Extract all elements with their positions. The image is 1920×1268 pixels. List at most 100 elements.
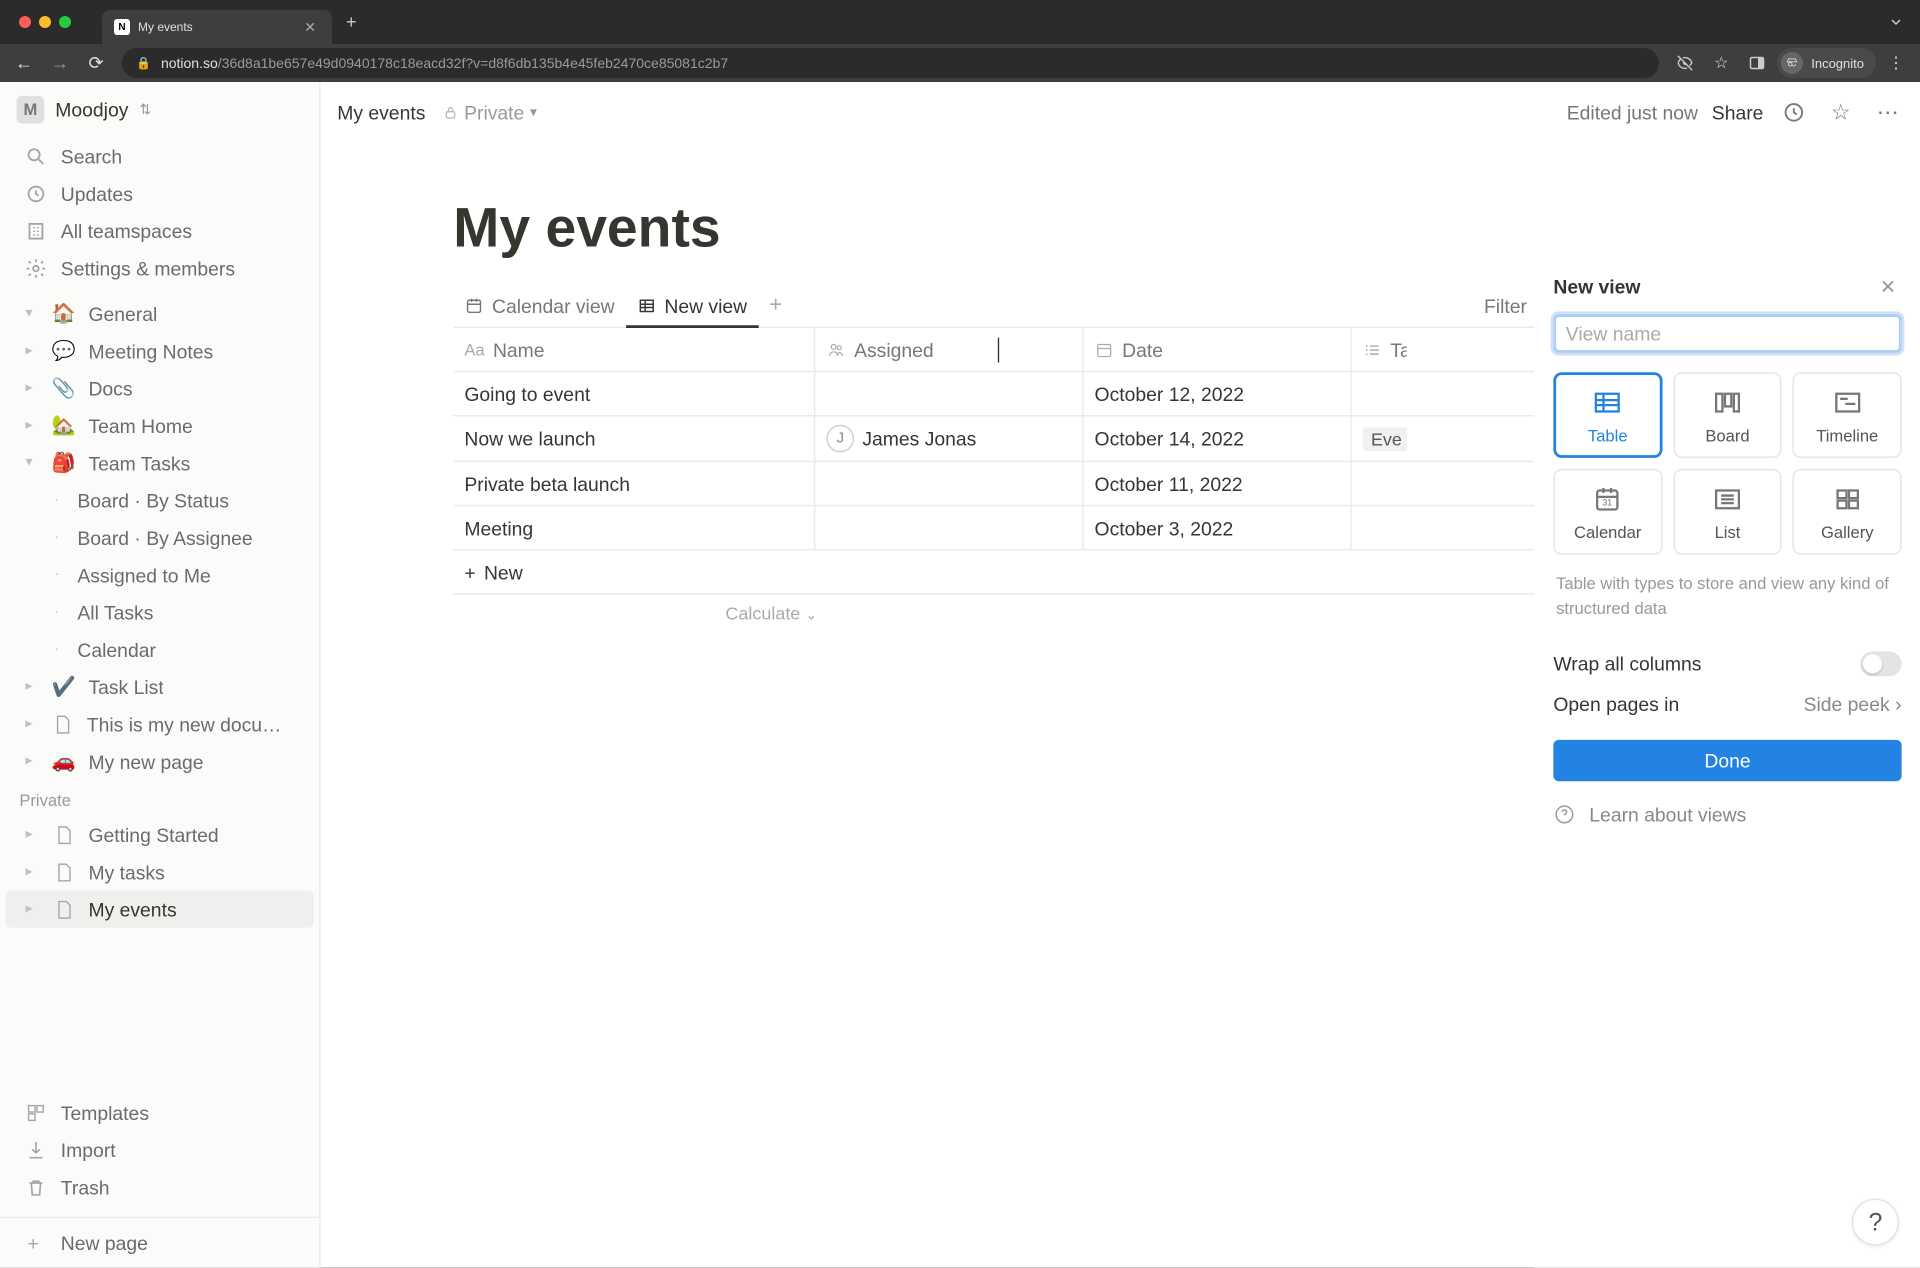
chevron-right-icon[interactable]: ▸ xyxy=(19,343,38,358)
incognito-badge[interactable]: Incognito xyxy=(1777,48,1876,78)
sidebar-page-my-tasks[interactable]: ▸ My tasks xyxy=(6,853,314,890)
help-fab-button[interactable]: ? xyxy=(1852,1199,1899,1246)
sidebar-page-my-events[interactable]: ▸ My events xyxy=(6,890,314,927)
sidebar-page-my-new-page[interactable]: ▸ 🚗 My new page xyxy=(6,743,314,780)
sidebar-updates[interactable]: Updates xyxy=(6,175,314,212)
cell-tags[interactable]: Eve xyxy=(1352,416,1407,460)
sidebar-page-task-list[interactable]: ▸ ✔️ Task List xyxy=(6,668,314,705)
close-panel-button[interactable]: ✕ xyxy=(1874,273,1902,301)
side-panel-icon[interactable] xyxy=(1741,47,1773,79)
column-header-assigned[interactable]: Assigned xyxy=(815,328,1083,371)
page-icon xyxy=(50,861,78,883)
view-type-timeline[interactable]: Timeline xyxy=(1793,372,1902,458)
privacy-dropdown[interactable]: Private ▾ xyxy=(442,101,537,123)
column-header-date[interactable]: Date xyxy=(1083,328,1351,371)
chevron-right-icon[interactable]: ▸ xyxy=(19,418,38,433)
back-button[interactable]: ← xyxy=(8,47,40,79)
chevron-down-icon[interactable]: ▾ xyxy=(19,455,38,470)
view-type-list[interactable]: List xyxy=(1673,469,1782,555)
view-name-input[interactable] xyxy=(1553,314,1901,353)
chevron-right-icon[interactable]: ▸ xyxy=(19,679,38,694)
view-type-calendar[interactable]: 31 Calendar xyxy=(1553,469,1662,555)
sidebar-page-assigned-to-me[interactable]: · Assigned to Me xyxy=(6,556,314,593)
close-window-button[interactable] xyxy=(19,16,31,28)
calculate-button[interactable]: Calculate ⌄ xyxy=(453,595,1089,632)
sidebar-templates[interactable]: Templates xyxy=(6,1094,314,1131)
private-section-label[interactable]: Private xyxy=(0,780,319,816)
sidebar-page-board-assignee[interactable]: · Board · By Assignee xyxy=(6,519,314,556)
breadcrumb[interactable]: My events Private ▾ xyxy=(337,101,537,123)
add-view-button[interactable]: + xyxy=(758,285,793,326)
done-button[interactable]: Done xyxy=(1553,740,1901,781)
cell-tags[interactable] xyxy=(1352,462,1407,505)
share-button[interactable]: Share xyxy=(1712,101,1764,123)
sidebar-page-general[interactable]: ▾ 🏠 General xyxy=(6,295,314,332)
updates-icon[interactable] xyxy=(1777,96,1810,129)
sidebar-import[interactable]: Import xyxy=(6,1131,314,1168)
view-type-table[interactable]: Table xyxy=(1553,372,1662,458)
chevron-updown-icon: ⇅ xyxy=(139,102,151,117)
favorite-star-icon[interactable]: ☆ xyxy=(1824,96,1857,129)
cell-name[interactable]: Private beta launch xyxy=(453,462,815,505)
learn-about-views-link[interactable]: Learn about views xyxy=(1553,803,1901,825)
cell-date[interactable]: October 12, 2022 xyxy=(1083,372,1351,415)
sidebar-settings[interactable]: Settings & members xyxy=(6,249,314,286)
chevron-right-icon[interactable]: ▸ xyxy=(19,864,38,879)
chevron-down-icon[interactable]: ▾ xyxy=(19,306,38,321)
workspace-switcher[interactable]: M Moodjoy ⇅ xyxy=(0,82,319,137)
column-header-tags[interactable]: Ta xyxy=(1352,328,1407,371)
reload-button[interactable]: ⟳ xyxy=(80,47,112,79)
chevron-down-icon[interactable] xyxy=(1880,16,1912,28)
cell-date[interactable]: October 11, 2022 xyxy=(1083,462,1351,505)
view-type-gallery[interactable]: Gallery xyxy=(1793,469,1902,555)
bookmark-star-icon[interactable]: ☆ xyxy=(1705,47,1737,79)
view-tab-new-view[interactable]: New view xyxy=(626,286,759,327)
sidebar-page-team-tasks[interactable]: ▾ 🎒 Team Tasks xyxy=(6,444,314,481)
address-bar[interactable]: 🔒 notion.so/36d8a1be657e49d0940178c18eac… xyxy=(122,48,1659,78)
filter-button[interactable]: Filter xyxy=(1473,289,1538,322)
sidebar-page-getting-started[interactable]: ▸ Getting Started xyxy=(6,816,314,853)
sidebar-page-team-home[interactable]: ▸ 🏡 Team Home xyxy=(6,407,314,444)
cell-assigned[interactable] xyxy=(815,372,1083,415)
new-page-button[interactable]: + New page xyxy=(0,1217,319,1268)
sidebar-page-calendar[interactable]: · Calendar xyxy=(6,631,314,668)
chevron-right-icon[interactable]: ▸ xyxy=(19,716,38,731)
sidebar-page-all-tasks[interactable]: · All Tasks xyxy=(6,593,314,630)
sidebar-page-new-document[interactable]: ▸ This is my new document xyxy=(6,705,314,742)
eye-off-icon[interactable] xyxy=(1669,47,1701,79)
minimize-window-button[interactable] xyxy=(39,16,51,28)
cell-assigned[interactable] xyxy=(815,462,1083,505)
sidebar-search[interactable]: Search xyxy=(6,137,314,174)
browser-tab[interactable]: N My events ✕ xyxy=(102,10,332,44)
close-tab-button[interactable]: ✕ xyxy=(300,19,320,36)
wrap-columns-toggle[interactable] xyxy=(1860,651,1901,676)
view-tab-calendar[interactable]: Calendar view xyxy=(453,287,625,326)
cell-date[interactable]: October 14, 2022 xyxy=(1083,416,1351,460)
chevron-right-icon[interactable]: ▸ xyxy=(19,827,38,842)
cell-name[interactable]: Meeting xyxy=(453,506,815,549)
cell-date[interactable]: October 3, 2022 xyxy=(1083,506,1351,549)
cell-tags[interactable] xyxy=(1352,506,1407,549)
chevron-right-icon[interactable]: ▸ xyxy=(19,902,38,917)
cell-name[interactable]: Going to event xyxy=(453,372,815,415)
new-tab-button[interactable]: + xyxy=(332,12,371,33)
more-menu-icon[interactable]: ⋯ xyxy=(1871,96,1904,129)
sidebar-all-teamspaces[interactable]: All teamspaces xyxy=(6,212,314,249)
sidebar-page-board-status[interactable]: · Board · By Status xyxy=(6,481,314,518)
column-header-name[interactable]: Aa Name xyxy=(453,328,815,371)
cell-tags[interactable] xyxy=(1352,372,1407,415)
sidebar-page-meeting-notes[interactable]: ▸ 💬 Meeting Notes xyxy=(6,332,314,369)
cell-name[interactable]: Now we launch xyxy=(453,416,815,460)
sidebar-page-docs[interactable]: ▸ 📎 Docs xyxy=(6,369,314,406)
view-type-board[interactable]: Board xyxy=(1673,372,1782,458)
open-pages-in-row[interactable]: Open pages in Side peek › xyxy=(1553,685,1901,724)
page-title[interactable]: My events xyxy=(453,198,1788,260)
cell-assigned[interactable]: J James Jonas xyxy=(815,416,1083,460)
forward-button[interactable]: → xyxy=(44,47,76,79)
chevron-right-icon[interactable]: ▸ xyxy=(19,381,38,396)
paperclip-emoji-icon: 📎 xyxy=(50,376,78,399)
chevron-right-icon[interactable]: ▸ xyxy=(19,754,38,769)
maximize-window-button[interactable] xyxy=(59,16,71,28)
cell-assigned[interactable] xyxy=(815,506,1083,549)
kebab-menu-icon[interactable]: ⋮ xyxy=(1880,47,1912,79)
